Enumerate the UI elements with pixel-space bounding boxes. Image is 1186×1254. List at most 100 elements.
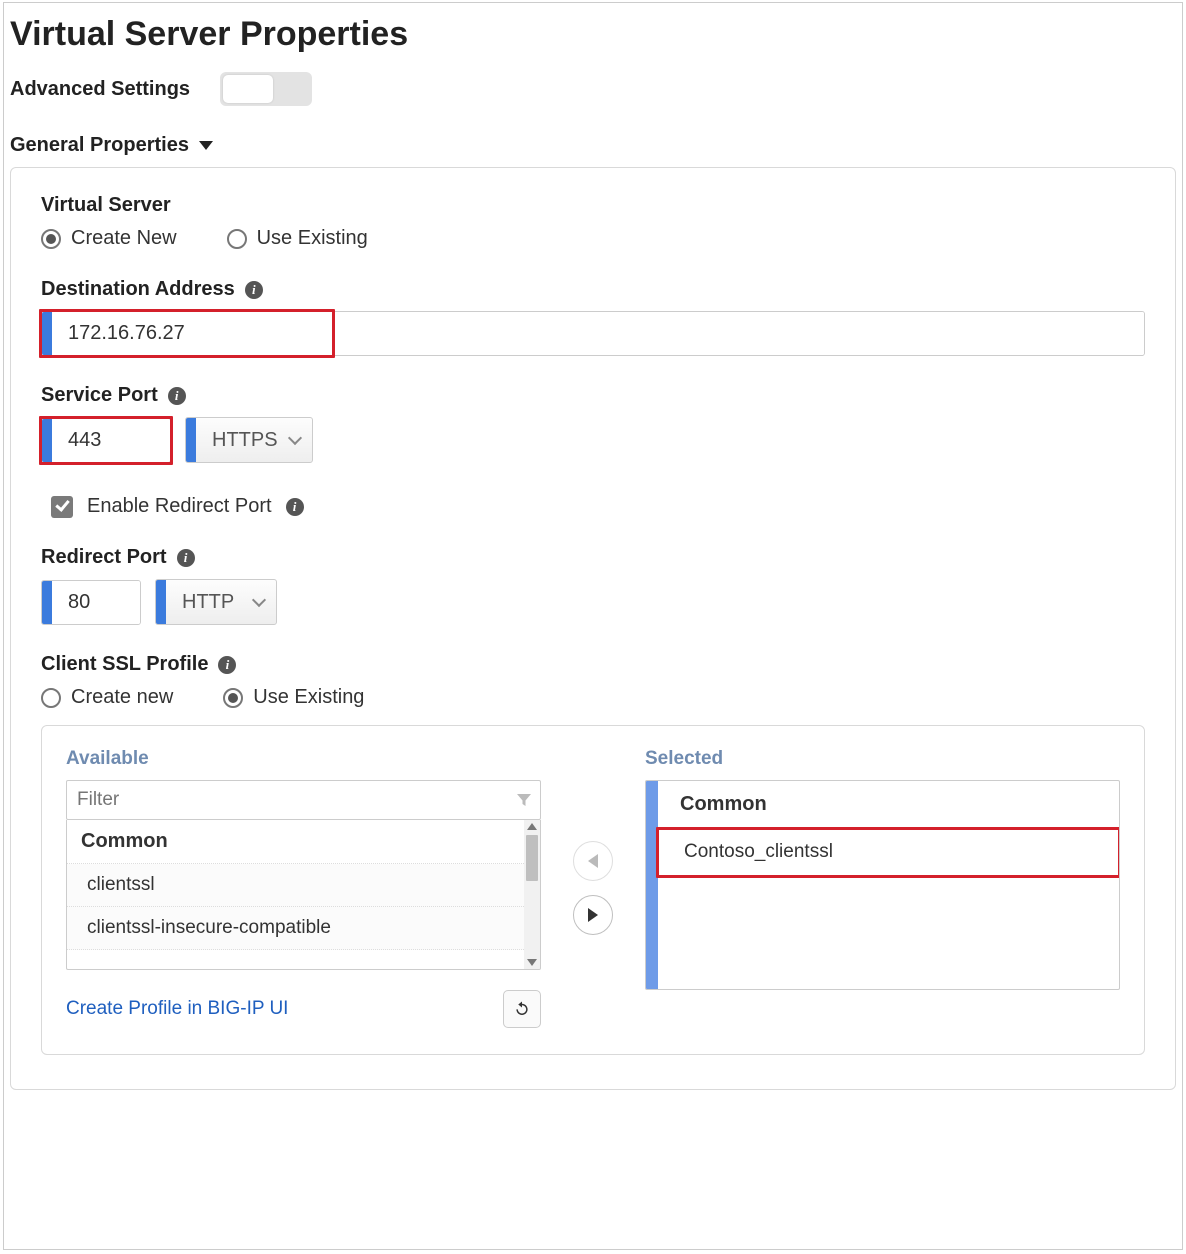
service-port-highlight <box>41 418 171 463</box>
page-container: Virtual Server Properties Advanced Setti… <box>3 2 1183 1250</box>
available-filter-wrap <box>66 780 541 820</box>
destination-address-text: Destination Address <box>41 278 235 301</box>
page-title: Virtual Server Properties <box>10 15 1182 54</box>
destination-input-wrap <box>41 311 333 356</box>
available-column: Available Common clientssl clientssl-ins… <box>66 748 541 1028</box>
scroll-thumb[interactable] <box>526 835 538 881</box>
move-left-button[interactable] <box>573 841 613 881</box>
caret-down-icon <box>199 141 213 150</box>
input-accent <box>42 419 52 462</box>
scroll-up-icon <box>527 823 537 830</box>
selected-listbox[interactable]: Common Contoso_clientssl <box>645 780 1120 990</box>
client-ssl-create-new-option[interactable]: Create new <box>41 686 173 709</box>
triangle-right-icon <box>588 908 598 922</box>
available-list-body: Common clientssl clientssl-insecure-comp… <box>67 820 524 950</box>
redirect-port-input[interactable] <box>52 581 140 624</box>
scroll-down-icon <box>527 959 537 966</box>
selected-group-common: Common <box>658 781 1119 829</box>
redirect-port-row: HTTP <box>41 579 1145 625</box>
selected-accent <box>646 781 658 989</box>
client-ssl-radio-group: Create new Use Existing <box>41 686 1145 709</box>
input-accent <box>42 312 52 355</box>
redirect-port-input-wrap <box>41 580 141 625</box>
radio-selected-icon <box>223 688 243 708</box>
redirect-port-protocol-value: HTTP <box>182 591 234 614</box>
transfer-buttons <box>563 748 623 1028</box>
enable-redirect-port-label: Enable Redirect Port <box>87 495 272 518</box>
selected-column: Selected Common Contoso_clientssl <box>645 748 1120 1028</box>
virtual-server-radio-group: Create New Use Existing <box>41 227 1145 250</box>
enable-redirect-port-checkbox[interactable] <box>51 496 73 518</box>
section-title: General Properties <box>10 134 189 157</box>
available-footer: Create Profile in BIG-IP UI <box>66 990 541 1028</box>
selected-item[interactable]: Contoso_clientssl <box>658 829 1119 876</box>
service-port-input-wrap <box>41 418 171 463</box>
radio-selected-icon <box>41 229 61 249</box>
create-profile-link[interactable]: Create Profile in BIG-IP UI <box>66 998 288 1020</box>
triangle-left-icon <box>588 854 598 868</box>
chevron-down-icon <box>252 593 266 607</box>
filter-icon <box>516 792 532 808</box>
available-listbox[interactable]: Common clientssl clientssl-insecure-comp… <box>66 820 541 970</box>
destination-input-ext[interactable] <box>333 311 1145 356</box>
virtual-server-label-text: Virtual Server <box>41 194 171 217</box>
service-port-protocol-value: HTTPS <box>212 429 278 452</box>
info-icon[interactable]: i <box>177 549 195 567</box>
advanced-settings-row: Advanced Settings <box>10 72 1182 106</box>
client-ssl-create-new-label: Create new <box>71 686 173 709</box>
client-ssl-profile-text: Client SSL Profile <box>41 653 208 676</box>
create-new-label: Create New <box>71 227 177 250</box>
redirect-port-text: Redirect Port <box>41 546 167 569</box>
available-item[interactable]: clientssl-insecure-compatible <box>67 907 524 950</box>
refresh-icon <box>513 1000 531 1018</box>
select-accent <box>156 580 166 624</box>
available-filter-input[interactable] <box>77 789 516 811</box>
ssl-profile-transfer: Available Common clientssl clientssl-ins… <box>41 725 1145 1055</box>
general-properties-panel: Virtual Server Create New Use Existing D… <box>10 167 1176 1090</box>
select-display: HTTP <box>166 580 276 624</box>
enable-redirect-port-row: Enable Redirect Port i <box>51 495 1145 518</box>
refresh-button[interactable] <box>503 990 541 1028</box>
use-existing-label: Use Existing <box>257 227 368 250</box>
client-ssl-use-existing-option[interactable]: Use Existing <box>223 686 364 709</box>
info-icon[interactable]: i <box>286 498 304 516</box>
service-port-protocol-select[interactable]: HTTPS <box>185 417 313 463</box>
selected-list-body: Common Contoso_clientssl <box>658 781 1119 989</box>
redirect-port-label: Redirect Port i <box>41 546 1145 569</box>
move-right-button[interactable] <box>573 895 613 935</box>
select-display: HTTPS <box>196 418 312 462</box>
destination-address-input-ext[interactable] <box>333 312 1144 355</box>
service-port-input[interactable] <box>52 419 170 462</box>
service-port-row: HTTPS <box>41 417 1145 463</box>
info-icon[interactable]: i <box>245 281 263 299</box>
select-accent <box>186 418 196 462</box>
advanced-settings-toggle[interactable] <box>220 72 312 106</box>
general-properties-header[interactable]: General Properties <box>10 134 1182 157</box>
info-icon[interactable]: i <box>168 387 186 405</box>
redirect-port-protocol-select[interactable]: HTTP <box>155 579 277 625</box>
selected-item-highlight: Contoso_clientssl <box>658 829 1119 876</box>
checkmark-icon <box>55 497 69 512</box>
client-ssl-use-existing-label: Use Existing <box>253 686 364 709</box>
toggle-knob <box>223 75 273 103</box>
virtual-server-label: Virtual Server <box>41 194 1145 217</box>
virtual-server-create-new-option[interactable]: Create New <box>41 227 177 250</box>
destination-highlight <box>41 311 333 356</box>
destination-address-row <box>41 311 1145 356</box>
available-item[interactable]: clientssl <box>67 864 524 907</box>
destination-address-input[interactable] <box>52 312 333 355</box>
client-ssl-profile-label: Client SSL Profile i <box>41 653 1145 676</box>
service-port-text: Service Port <box>41 384 158 407</box>
available-group-common: Common <box>67 820 524 864</box>
destination-address-label: Destination Address i <box>41 278 1145 301</box>
available-title: Available <box>66 748 541 770</box>
input-accent <box>42 581 52 624</box>
selected-title: Selected <box>645 748 1120 770</box>
info-icon[interactable]: i <box>218 656 236 674</box>
radio-icon <box>227 229 247 249</box>
available-scrollbar[interactable] <box>524 820 540 969</box>
radio-icon <box>41 688 61 708</box>
virtual-server-use-existing-option[interactable]: Use Existing <box>227 227 368 250</box>
chevron-down-icon <box>287 431 301 445</box>
advanced-settings-label: Advanced Settings <box>10 78 190 101</box>
